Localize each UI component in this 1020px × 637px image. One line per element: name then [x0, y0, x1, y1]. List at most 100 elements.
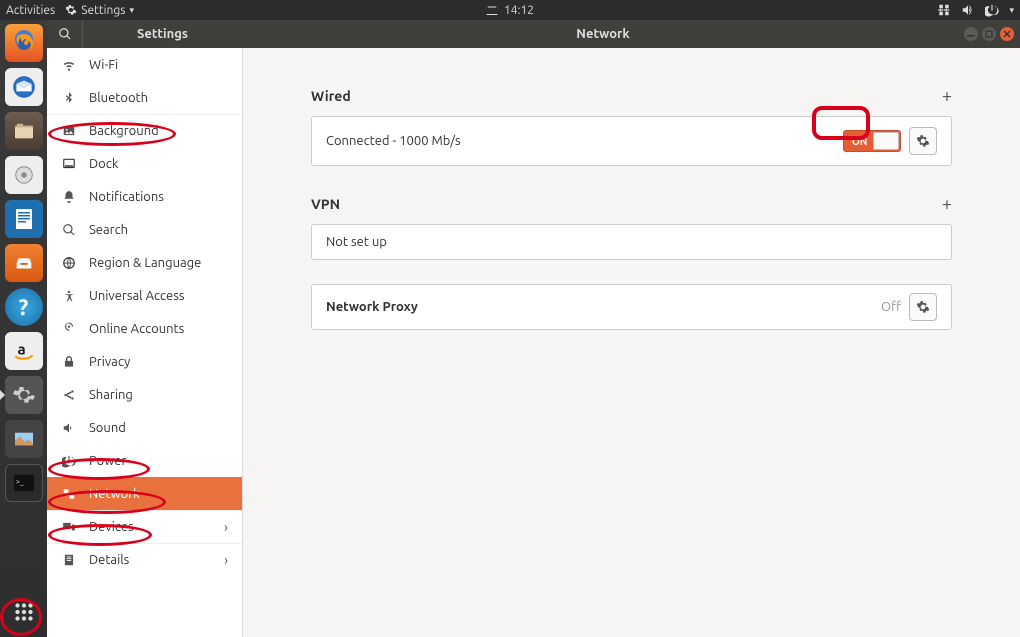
sidebar-item-label: Universal Access — [89, 289, 184, 303]
settings-body: Wi-Fi Bluetooth Background Dock Notification… — [47, 48, 1020, 637]
clock[interactable]: 二 14:12 — [486, 2, 534, 19]
main-title: Network — [242, 27, 964, 41]
sidebar-item-bluetooth[interactable]: Bluetooth — [47, 81, 242, 114]
sidebar-item-label: Sound — [89, 421, 126, 435]
sidebar-item-details[interactable]: Details › — [47, 543, 242, 576]
launcher-screenshot[interactable] — [5, 420, 43, 458]
wired-toggle-knob — [873, 132, 899, 150]
sidebar-item-dock[interactable]: Dock — [47, 147, 242, 180]
launcher-help[interactable]: ? — [5, 288, 43, 326]
sidebar-item-background[interactable]: Background — [47, 114, 242, 147]
background-icon — [61, 124, 77, 138]
launcher-files[interactable] — [5, 112, 43, 150]
system-status-area[interactable]: ▾ — [937, 3, 1014, 17]
gear-icon — [65, 4, 77, 16]
wired-status-label: Connected - 1000 Mb/s — [326, 134, 843, 148]
activities-button[interactable]: Activities — [6, 4, 55, 17]
wired-heading-label: Wired — [311, 88, 351, 104]
proxy-heading-label: Network Proxy — [326, 300, 418, 314]
launcher-terminal[interactable]: >_ — [5, 464, 43, 502]
window-maximize[interactable] — [982, 27, 996, 41]
globe-icon — [61, 256, 77, 270]
sidebar-item-label: Online Accounts — [89, 322, 184, 336]
svg-text:>_: >_ — [15, 478, 23, 486]
launcher-rhythmbox[interactable] — [5, 156, 43, 194]
sidebar-item-label: Privacy — [89, 355, 130, 369]
sidebar-item-label: Background — [89, 124, 159, 138]
launcher-show-apps[interactable] — [5, 593, 43, 631]
proxy-settings-button[interactable] — [909, 293, 937, 321]
search-button[interactable] — [47, 20, 83, 48]
details-icon — [61, 553, 77, 567]
sidebar-item-label: Details — [89, 553, 129, 567]
window-close[interactable] — [1000, 27, 1014, 41]
network-icon — [61, 487, 77, 501]
top-panel: Activities Settings ▾ 二 14:12 ▾ — [0, 0, 1020, 20]
bell-icon — [61, 190, 77, 204]
vpn-header: VPN + — [311, 194, 952, 214]
sidebar-item-label: Search — [89, 223, 128, 237]
sidebar-item-label: Power — [89, 454, 126, 468]
sidebar-item-label: Sharing — [89, 388, 133, 402]
svg-text:a: a — [17, 340, 25, 357]
launcher-amazon[interactable]: a — [5, 332, 43, 370]
chevron-right-icon: › — [224, 552, 228, 568]
sidebar-item-label: Dock — [89, 157, 118, 171]
sidebar-item-universal[interactable]: Universal Access — [47, 279, 242, 312]
add-wired-button[interactable]: + — [942, 86, 952, 106]
wired-toggle[interactable]: ON — [843, 130, 901, 152]
sidebar-item-label: Region & Language — [89, 256, 201, 270]
chevron-down-icon: ▾ — [129, 5, 134, 16]
sidebar-item-online[interactable]: Online Accounts — [47, 312, 242, 345]
sidebar-item-sound[interactable]: Sound — [47, 411, 242, 444]
power-icon — [985, 3, 999, 17]
window-minimize[interactable] — [964, 27, 978, 41]
add-vpn-button[interactable]: + — [942, 194, 952, 214]
dock-icon — [61, 157, 77, 171]
sidebar-item-power[interactable]: Power — [47, 444, 242, 477]
sidebar-item-label: Devices — [89, 520, 134, 534]
wired-connection-row: Connected - 1000 Mb/s ON — [311, 116, 952, 166]
sidebar-title: Settings — [83, 27, 242, 41]
sidebar-item-sharing[interactable]: Sharing — [47, 378, 242, 411]
chevron-down-icon: ▾ — [1009, 5, 1014, 16]
vpn-status-label: Not set up — [326, 235, 937, 249]
sidebar-item-wifi[interactable]: Wi-Fi — [47, 48, 242, 81]
sidebar-item-notifications[interactable]: Notifications — [47, 180, 242, 213]
launcher-dock: ? a >_ — [0, 20, 47, 637]
launcher-thunderbird[interactable] — [5, 68, 43, 106]
vpn-heading-label: VPN — [311, 196, 340, 212]
sidebar-item-network[interactable]: Network — [47, 477, 242, 510]
network-proxy-row: Network Proxy Off — [311, 284, 952, 330]
settings-content: Wired + Connected - 1000 Mb/s ON VPN + N… — [243, 48, 1020, 637]
search-icon — [61, 223, 77, 237]
search-icon — [58, 27, 72, 41]
power-icon — [61, 454, 77, 468]
wired-toggle-label: ON — [852, 136, 867, 147]
clock-day: 二 — [486, 2, 498, 19]
app-menu-label: Settings — [81, 4, 125, 17]
window-title-bar: Settings Network — [47, 20, 1020, 48]
wired-header: Wired + — [311, 86, 952, 106]
launcher-settings[interactable] — [5, 376, 43, 414]
gear-icon — [916, 300, 930, 314]
bluetooth-icon — [61, 91, 77, 105]
launcher-firefox[interactable] — [5, 24, 43, 62]
proxy-status-label: Off — [881, 300, 901, 314]
launcher-writer[interactable] — [5, 200, 43, 238]
vpn-row: Not set up — [311, 224, 952, 260]
launcher-software[interactable] — [5, 244, 43, 282]
online-icon — [61, 322, 77, 336]
sidebar-item-privacy[interactable]: Privacy — [47, 345, 242, 378]
sidebar-item-search[interactable]: Search — [47, 213, 242, 246]
settings-sidebar: Wi-Fi Bluetooth Background Dock Notification… — [47, 48, 243, 637]
sidebar-item-label: Wi-Fi — [89, 58, 118, 72]
network-wired-icon — [937, 3, 951, 17]
devices-icon — [61, 520, 77, 534]
app-menu[interactable]: Settings ▾ — [65, 4, 134, 17]
sidebar-item-devices[interactable]: Devices› — [47, 510, 242, 543]
sidebar-item-region[interactable]: Region & Language — [47, 246, 242, 279]
wired-settings-button[interactable] — [909, 127, 937, 155]
sound-icon — [61, 421, 77, 435]
wifi-icon — [61, 58, 77, 72]
